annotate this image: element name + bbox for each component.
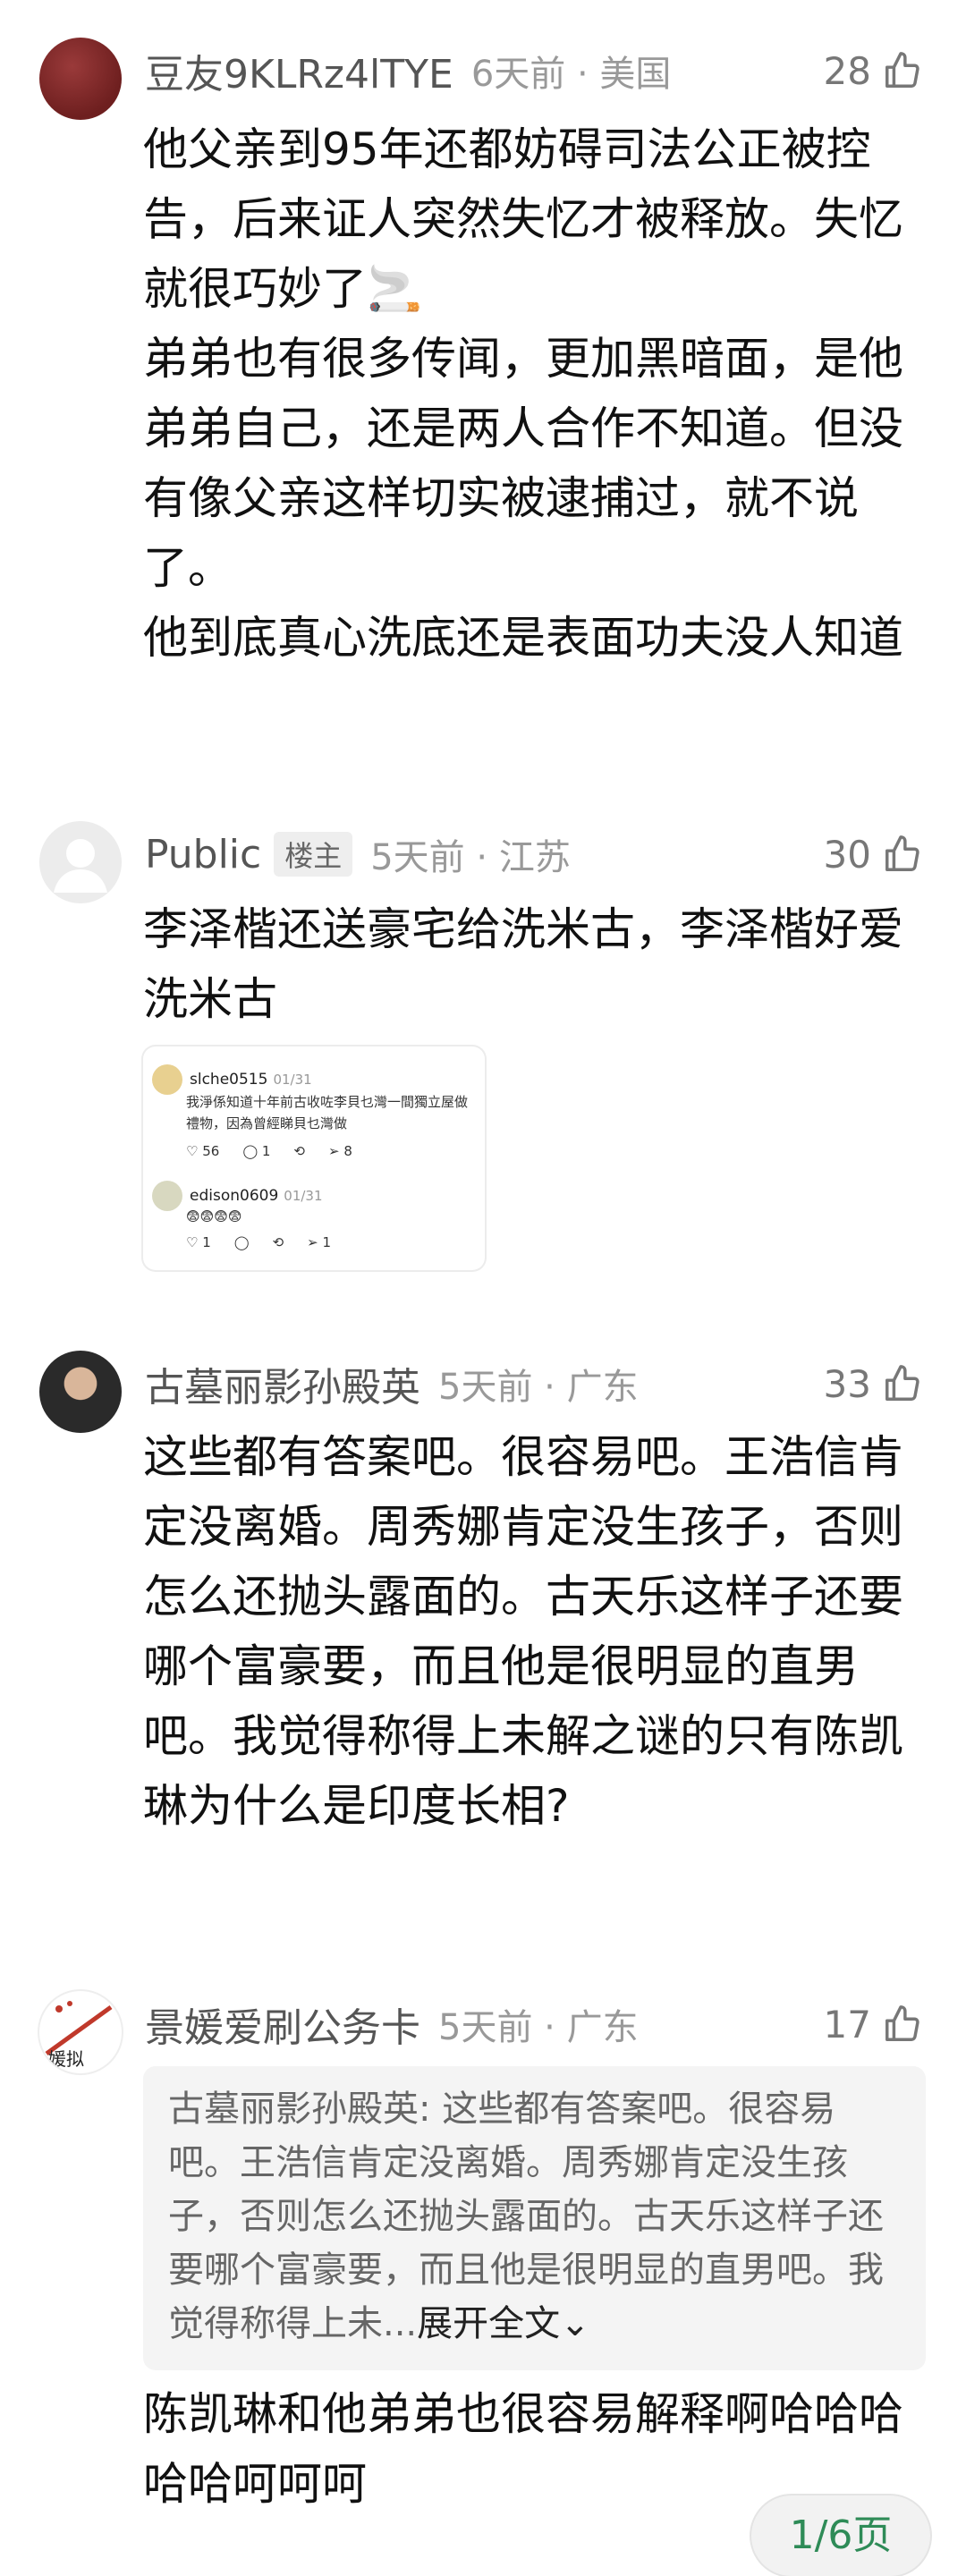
comment-meta: Public 楼主 5天前 · 江苏: [145, 823, 571, 886]
avatar[interactable]: 媛拟: [39, 1991, 122, 2073]
avatar-text: 媛拟: [48, 2048, 84, 2070]
post-date: 01/31: [284, 1188, 323, 1204]
like-count: 28: [823, 48, 871, 93]
page-indicator[interactable]: 1/6页: [751, 2496, 930, 2576]
avatar: [152, 1181, 182, 1211]
avatar: [152, 1064, 182, 1095]
expand-link[interactable]: 展开全文⌄: [417, 2303, 590, 2344]
like-button[interactable]: 17: [824, 1993, 923, 2055]
post-text: 我淨係知道十年前古收咗李貝乜灣一間獨立屋做禮物，因為曾經睇貝乜灣做: [186, 1094, 469, 1131]
like-button[interactable]: 30: [824, 823, 923, 886]
avatar[interactable]: [39, 38, 122, 120]
share-icon: ➢ 8: [328, 1143, 352, 1159]
thumbs-up-icon: [886, 52, 919, 88]
post-text: 😨😨😨😨: [186, 1208, 242, 1224]
avatar[interactable]: [39, 821, 122, 903]
heart-icon: ♡ 56: [186, 1143, 220, 1159]
username[interactable]: 古墓丽影孙殿英: [145, 1355, 420, 1412]
comment-meta: 豆友9KLRz4lTYE 6天前 · 美国: [145, 39, 671, 102]
time-location: 5天前 · 广东: [438, 1367, 639, 1408]
attached-screenshot[interactable]: slche0515 01/31 我淨係知道十年前古收咗李貝乜灣一間獨立屋做禮物，…: [143, 1046, 485, 1270]
username[interactable]: 景媛爱刷公务卡: [145, 1996, 420, 2053]
post-date: 01/31: [273, 1072, 312, 1088]
post-header: slche0515 01/31: [152, 1064, 312, 1095]
thumbs-up-icon: [886, 2005, 919, 2041]
time-location: 5天前 · 广东: [438, 2007, 639, 2048]
thumbs-up-icon: [886, 835, 919, 871]
like-count: 33: [823, 1361, 871, 1406]
like-count: 30: [823, 832, 871, 877]
op-badge: 楼主: [274, 832, 353, 877]
comment-text: 他父亲到95年还都妨碍司法公正被控告，后来证人突然失忆才被释放。失忆就很巧妙了🚬…: [143, 123, 903, 664]
time-location: 5天前 · 江苏: [370, 837, 571, 878]
avatar[interactable]: [39, 1351, 122, 1433]
username[interactable]: 豆友9KLRz4lTYE: [145, 42, 453, 99]
username[interactable]: Public: [145, 832, 261, 877]
comment-meta: 景媛爱刷公务卡 5天前 · 广东: [145, 1993, 639, 2055]
like-count: 17: [823, 2002, 871, 2046]
repost-icon: ⟲: [272, 1234, 284, 1250]
quoted-reply[interactable]: 古墓丽影孙殿英: 这些都有答案吧。很容易吧。王浩信肯定没离婚。周秀娜肯定没生孩子…: [143, 2066, 926, 2370]
post-actions: ♡ 56 ◯ 1 ⟲ ➢ 8: [186, 1143, 352, 1159]
like-button[interactable]: 33: [824, 1352, 923, 1415]
post-actions: ♡ 1 ◯ ⟲ ➢ 1: [186, 1234, 331, 1250]
time-location: 6天前 · 美国: [470, 54, 672, 95]
reply-icon: ◯: [233, 1234, 250, 1250]
thumbs-up-icon: [886, 1365, 919, 1401]
comment-text: 这些都有答案吧。很容易吧。王浩信肯定没离婚。周秀娜肯定没生孩子，否则怎么还抛头露…: [143, 1431, 903, 1832]
heart-icon: ♡ 1: [186, 1234, 211, 1250]
post-username: edison0609: [190, 1187, 279, 1205]
like-button[interactable]: 28: [824, 39, 923, 102]
share-icon: ➢ 1: [307, 1234, 332, 1250]
default-avatar-icon: [54, 839, 107, 893]
repost-icon: ⟲: [293, 1143, 305, 1159]
post-username: slche0515: [190, 1071, 268, 1089]
reply-icon: ◯ 1: [242, 1143, 271, 1159]
comment-meta: 古墓丽影孙殿英 5天前 · 广东: [145, 1352, 639, 1415]
comment-text: 李泽楷还送豪宅给洗米古，李泽楷好爱洗米古: [143, 903, 903, 1025]
